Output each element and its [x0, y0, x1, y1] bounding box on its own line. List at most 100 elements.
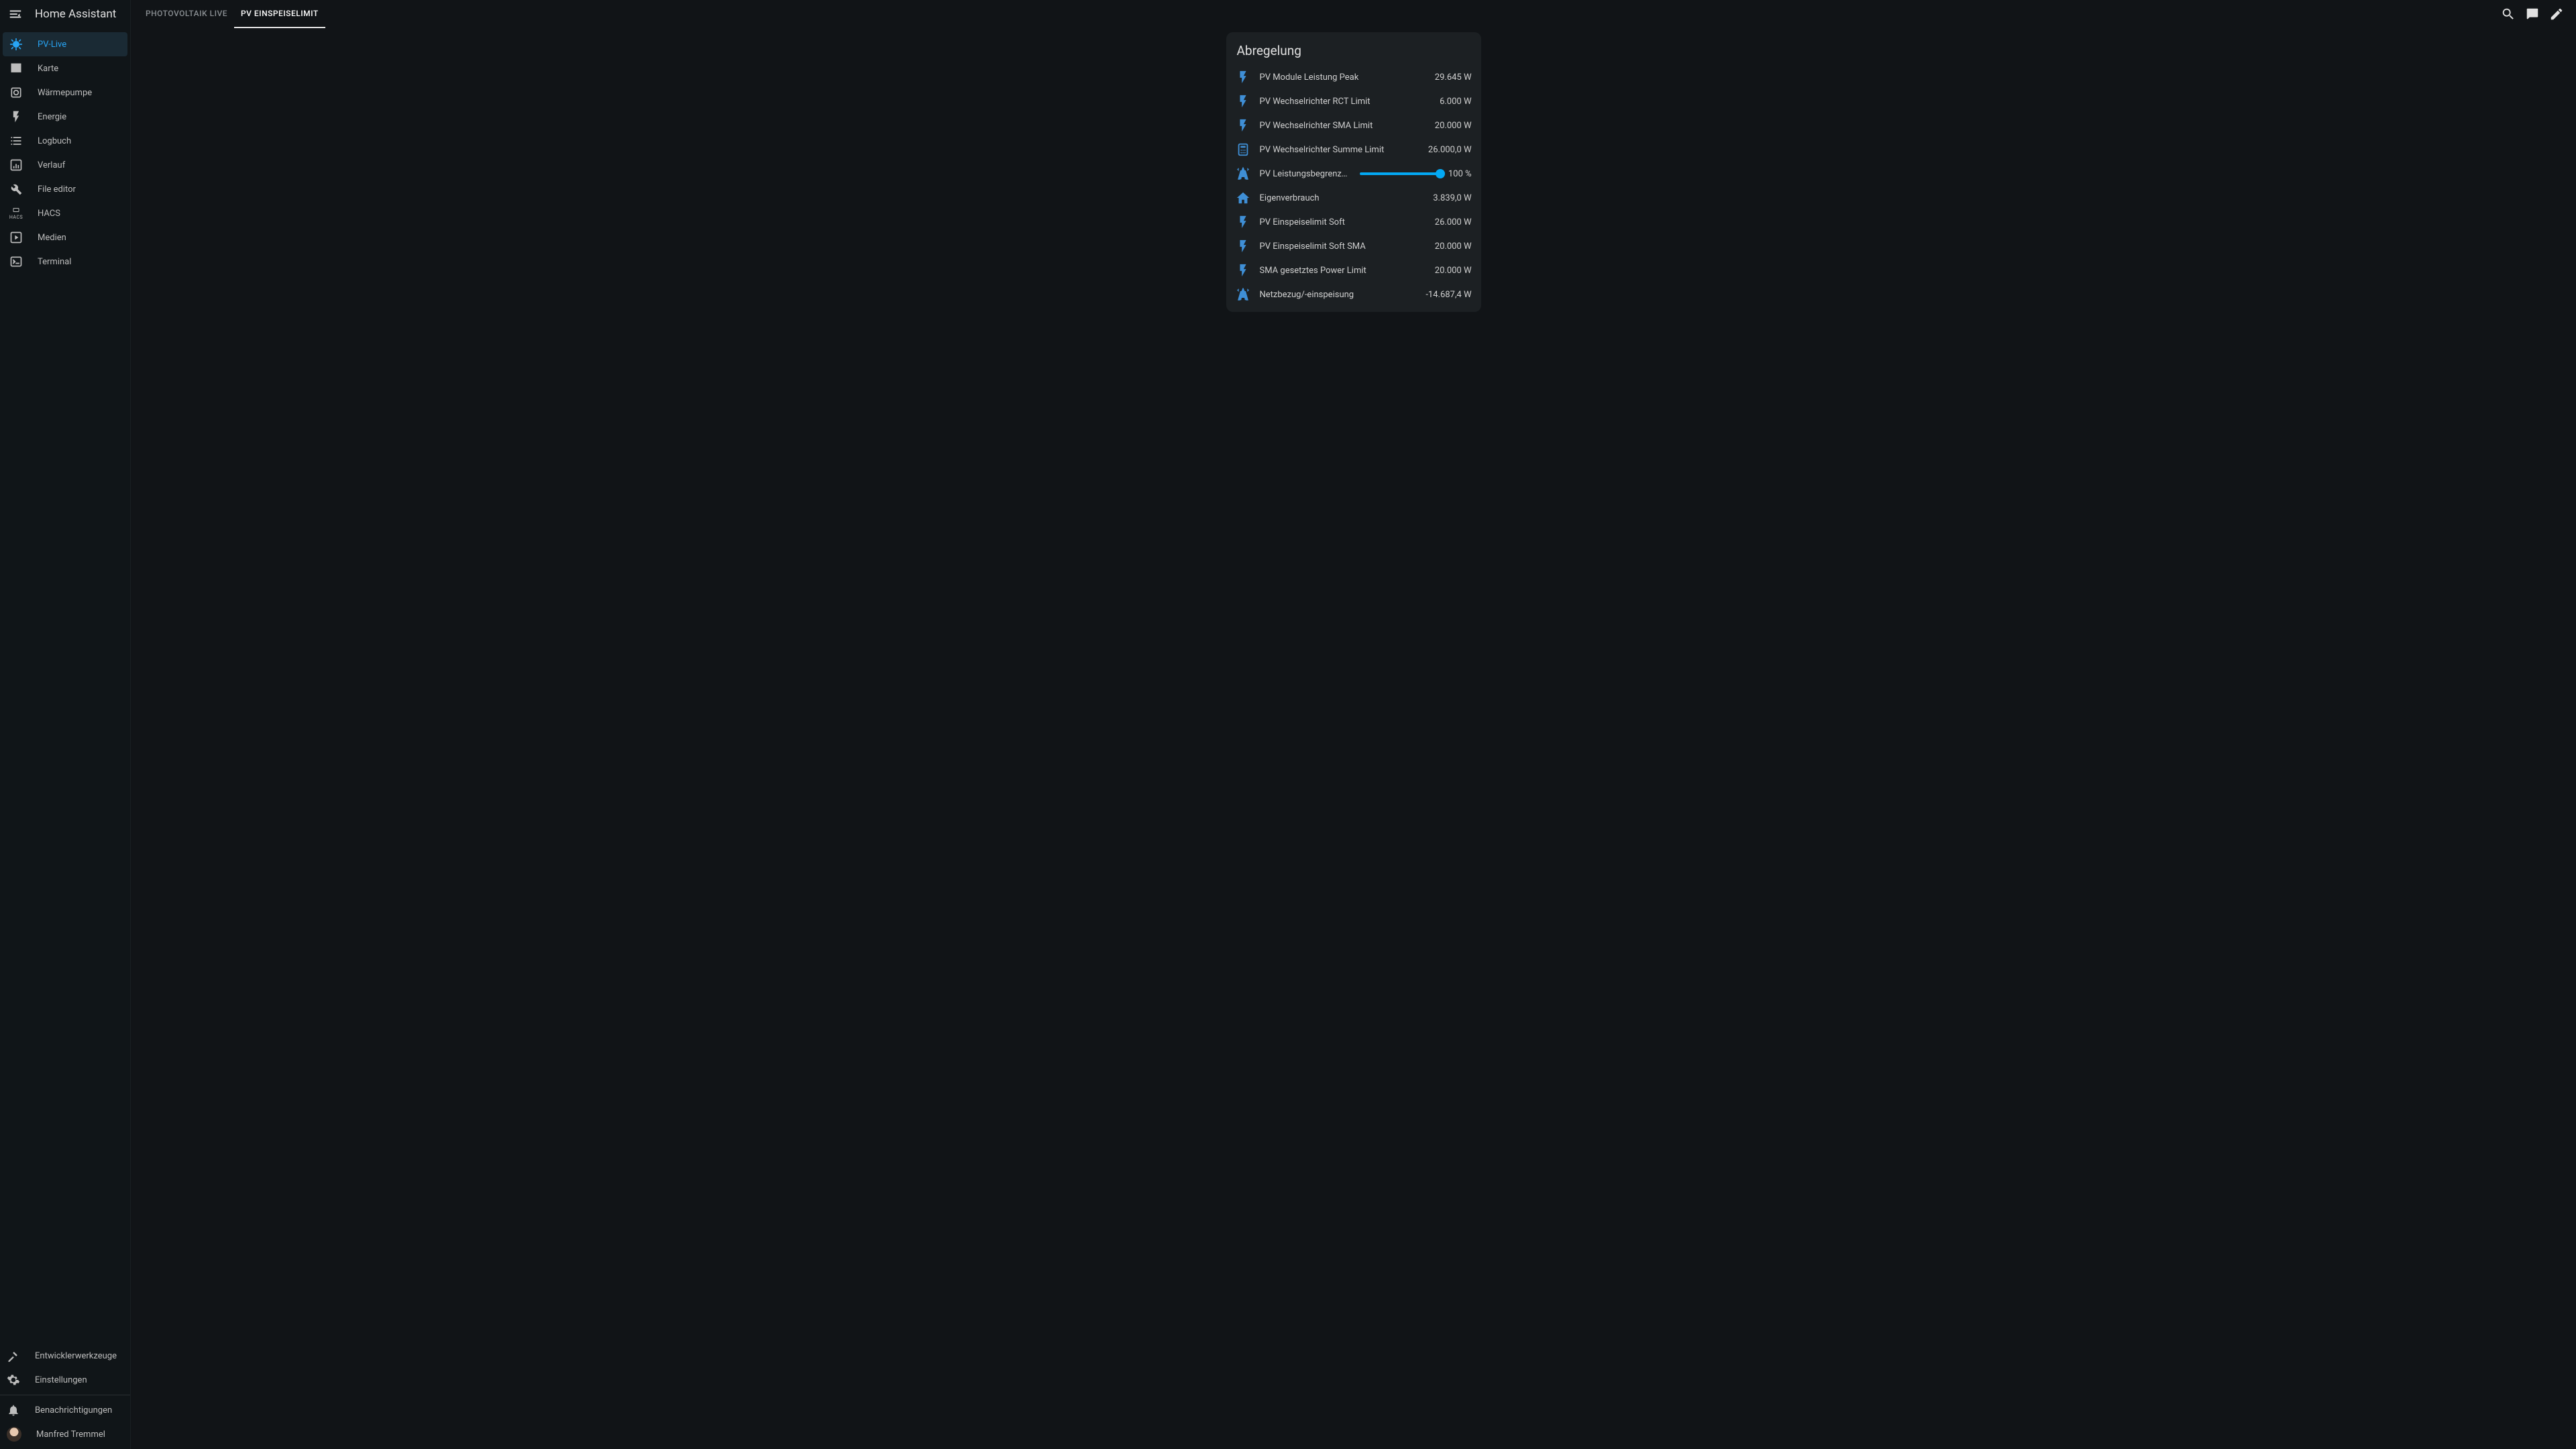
- cog-icon: [7, 1373, 20, 1387]
- sidebar: Home Assistant PV-Live Karte Wärmepumpe …: [0, 0, 130, 1449]
- sidebar-item-label: Karte: [38, 64, 58, 74]
- row-value: 20.000 W: [1435, 121, 1472, 131]
- row-value: 3.839,0 W: [1433, 193, 1471, 203]
- row-label: PV Wechselrichter Summe Limit: [1260, 145, 1419, 155]
- flash-icon: [1236, 94, 1250, 109]
- sidebar-item-devtools[interactable]: Entwicklerwerkzeuge: [0, 1344, 130, 1368]
- sidebar-item-label: Verlauf: [38, 160, 65, 170]
- chart-box-icon: [9, 158, 23, 172]
- flash-icon: [1236, 118, 1250, 133]
- topbar: PHOTOVOLTAIK LIVE PV EINSPEISELIMIT: [131, 0, 2576, 28]
- sidebar-bottom: Entwicklerwerkzeuge Einstellungen Benach…: [0, 1344, 130, 1449]
- sidebar-item-energie[interactable]: Energie: [3, 105, 127, 129]
- hammer-icon: [7, 1349, 20, 1362]
- card-title: Abregelung: [1234, 43, 1473, 65]
- row-netzbezug-einspeisung[interactable]: Netzbezug/-einspeisung -14.687,4 W: [1234, 282, 1473, 307]
- row-pv-einspeiselimit-soft-sma[interactable]: PV Einspeiselimit Soft SMA 20.000 W: [1234, 234, 1473, 258]
- sidebar-item-label: PV-Live: [38, 40, 66, 50]
- sidebar-item-verlauf[interactable]: Verlauf: [3, 153, 127, 177]
- sidebar-item-pv-live[interactable]: PV-Live: [3, 32, 127, 56]
- flash-icon: [1236, 215, 1250, 229]
- tab-pv-einspeiselimit[interactable]: PV EINSPEISELIMIT: [234, 0, 325, 28]
- assist-chat-icon[interactable]: [2525, 7, 2540, 21]
- tabs: PHOTOVOLTAIK LIVE PV EINSPEISELIMIT: [131, 0, 325, 28]
- row-value: 26.000,0 W: [1428, 145, 1472, 155]
- slider-wrap: 100 %: [1360, 169, 1472, 179]
- card-abregelung: Abregelung PV Module Leistung Peak 29.64…: [1226, 32, 1481, 312]
- row-value: 26.000 W: [1435, 217, 1472, 227]
- sidebar-item-label: HACS: [38, 209, 60, 219]
- sidebar-item-karte[interactable]: Karte: [3, 56, 127, 80]
- slider[interactable]: [1360, 172, 1440, 175]
- flash-icon: [9, 110, 23, 123]
- tab-photovoltaik-live[interactable]: PHOTOVOLTAIK LIVE: [139, 0, 234, 28]
- map-icon: [9, 62, 23, 75]
- row-label: PV Einspeiselimit Soft SMA: [1260, 241, 1426, 252]
- sidebar-item-label: Logbuch: [38, 136, 71, 146]
- row-value: 29.645 W: [1435, 72, 1472, 83]
- sidebar-item-label: Einstellungen: [35, 1375, 87, 1385]
- row-label: Netzbezug/-einspeisung: [1260, 290, 1417, 300]
- topbar-actions: [2501, 0, 2569, 28]
- avatar: [7, 1427, 21, 1442]
- user-name: Manfred Tremmel: [36, 1430, 105, 1440]
- sidebar-nav: PV-Live Karte Wärmepumpe Energie Logbuch…: [0, 28, 130, 1344]
- row-label: SMA gesetztes Power Limit: [1260, 266, 1426, 276]
- console-icon: [9, 255, 23, 268]
- calculator-icon: [1236, 142, 1250, 157]
- slider-fill: [1360, 172, 1440, 175]
- sidebar-item-label: Medien: [38, 233, 66, 243]
- row-label: PV Leistungsbegrenzung: [1260, 169, 1350, 179]
- row-label: Eigenverbrauch: [1260, 193, 1424, 203]
- app-title: Home Assistant: [35, 7, 116, 21]
- tab-label: PV EINSPEISELIMIT: [241, 9, 319, 18]
- row-sma-gesetztes-power-limit[interactable]: SMA gesetztes Power Limit 20.000 W: [1234, 258, 1473, 282]
- sidebar-item-label: File editor: [38, 184, 76, 195]
- row-pv-einspeiselimit-soft[interactable]: PV Einspeiselimit Soft 26.000 W: [1234, 210, 1473, 234]
- sidebar-item-file-editor[interactable]: File editor: [3, 177, 127, 201]
- main: PHOTOVOLTAIK LIVE PV EINSPEISELIMIT Abre…: [130, 0, 2576, 1449]
- row-pv-leistungsbegrenzung[interactable]: PV Leistungsbegrenzung 100 %: [1234, 162, 1473, 186]
- home-icon: [1236, 191, 1250, 205]
- row-value: 20.000 W: [1435, 241, 1472, 252]
- transmission-tower-icon: [1236, 287, 1250, 302]
- sidebar-item-hacs[interactable]: HACS HACS: [3, 201, 127, 225]
- bell-icon: [7, 1403, 20, 1417]
- row-value: 6.000 W: [1440, 97, 1471, 107]
- spacer: [325, 0, 2501, 28]
- row-pv-wechselrichter-sma-limit[interactable]: PV Wechselrichter SMA Limit 20.000 W: [1234, 113, 1473, 138]
- row-pv-wechselrichter-summe-limit[interactable]: PV Wechselrichter Summe Limit 26.000,0 W: [1234, 138, 1473, 162]
- sidebar-item-label: Wärmepumpe: [38, 88, 92, 98]
- row-eigenverbrauch[interactable]: Eigenverbrauch 3.839,0 W: [1234, 186, 1473, 210]
- sidebar-item-notifications[interactable]: Benachrichtigungen: [0, 1398, 130, 1422]
- transmission-tower-icon: [1236, 166, 1250, 181]
- row-pv-module-leistung-peak[interactable]: PV Module Leistung Peak 29.645 W: [1234, 65, 1473, 89]
- search-icon[interactable]: [2501, 7, 2516, 21]
- tab-label: PHOTOVOLTAIK LIVE: [146, 9, 227, 18]
- flash-icon: [1236, 263, 1250, 278]
- sidebar-item-settings[interactable]: Einstellungen: [0, 1368, 130, 1392]
- sidebar-item-label: Entwicklerwerkzeuge: [35, 1351, 117, 1361]
- row-label: PV Wechselrichter RCT Limit: [1260, 97, 1431, 107]
- wrench-icon: [9, 182, 23, 196]
- sidebar-item-label: Terminal: [38, 257, 71, 267]
- row-value: -14.687,4 W: [1426, 290, 1471, 300]
- sidebar-item-user[interactable]: Manfred Tremmel: [0, 1422, 130, 1446]
- flash-icon: [1236, 239, 1250, 254]
- edit-dashboard-icon[interactable]: [2549, 7, 2564, 21]
- slider-thumb[interactable]: [1436, 169, 1445, 178]
- sidebar-item-label: Energie: [38, 112, 66, 122]
- sidebar-item-terminal[interactable]: Terminal: [3, 250, 127, 274]
- menu-toggle-icon[interactable]: [8, 7, 23, 21]
- content: Abregelung PV Module Leistung Peak 29.64…: [131, 28, 2576, 1449]
- row-value: 100 %: [1448, 169, 1472, 179]
- row-label: PV Einspeiselimit Soft: [1260, 217, 1426, 227]
- row-label: PV Module Leistung Peak: [1260, 72, 1426, 83]
- sidebar-item-logbuch[interactable]: Logbuch: [3, 129, 127, 153]
- sidebar-item-waermepumpe[interactable]: Wärmepumpe: [3, 80, 127, 105]
- weather-sunny-icon: [9, 38, 23, 51]
- hvac-icon: [9, 86, 23, 99]
- sidebar-item-medien[interactable]: Medien: [3, 225, 127, 250]
- list-icon: [9, 134, 23, 148]
- row-pv-wechselrichter-rct-limit[interactable]: PV Wechselrichter RCT Limit 6.000 W: [1234, 89, 1473, 113]
